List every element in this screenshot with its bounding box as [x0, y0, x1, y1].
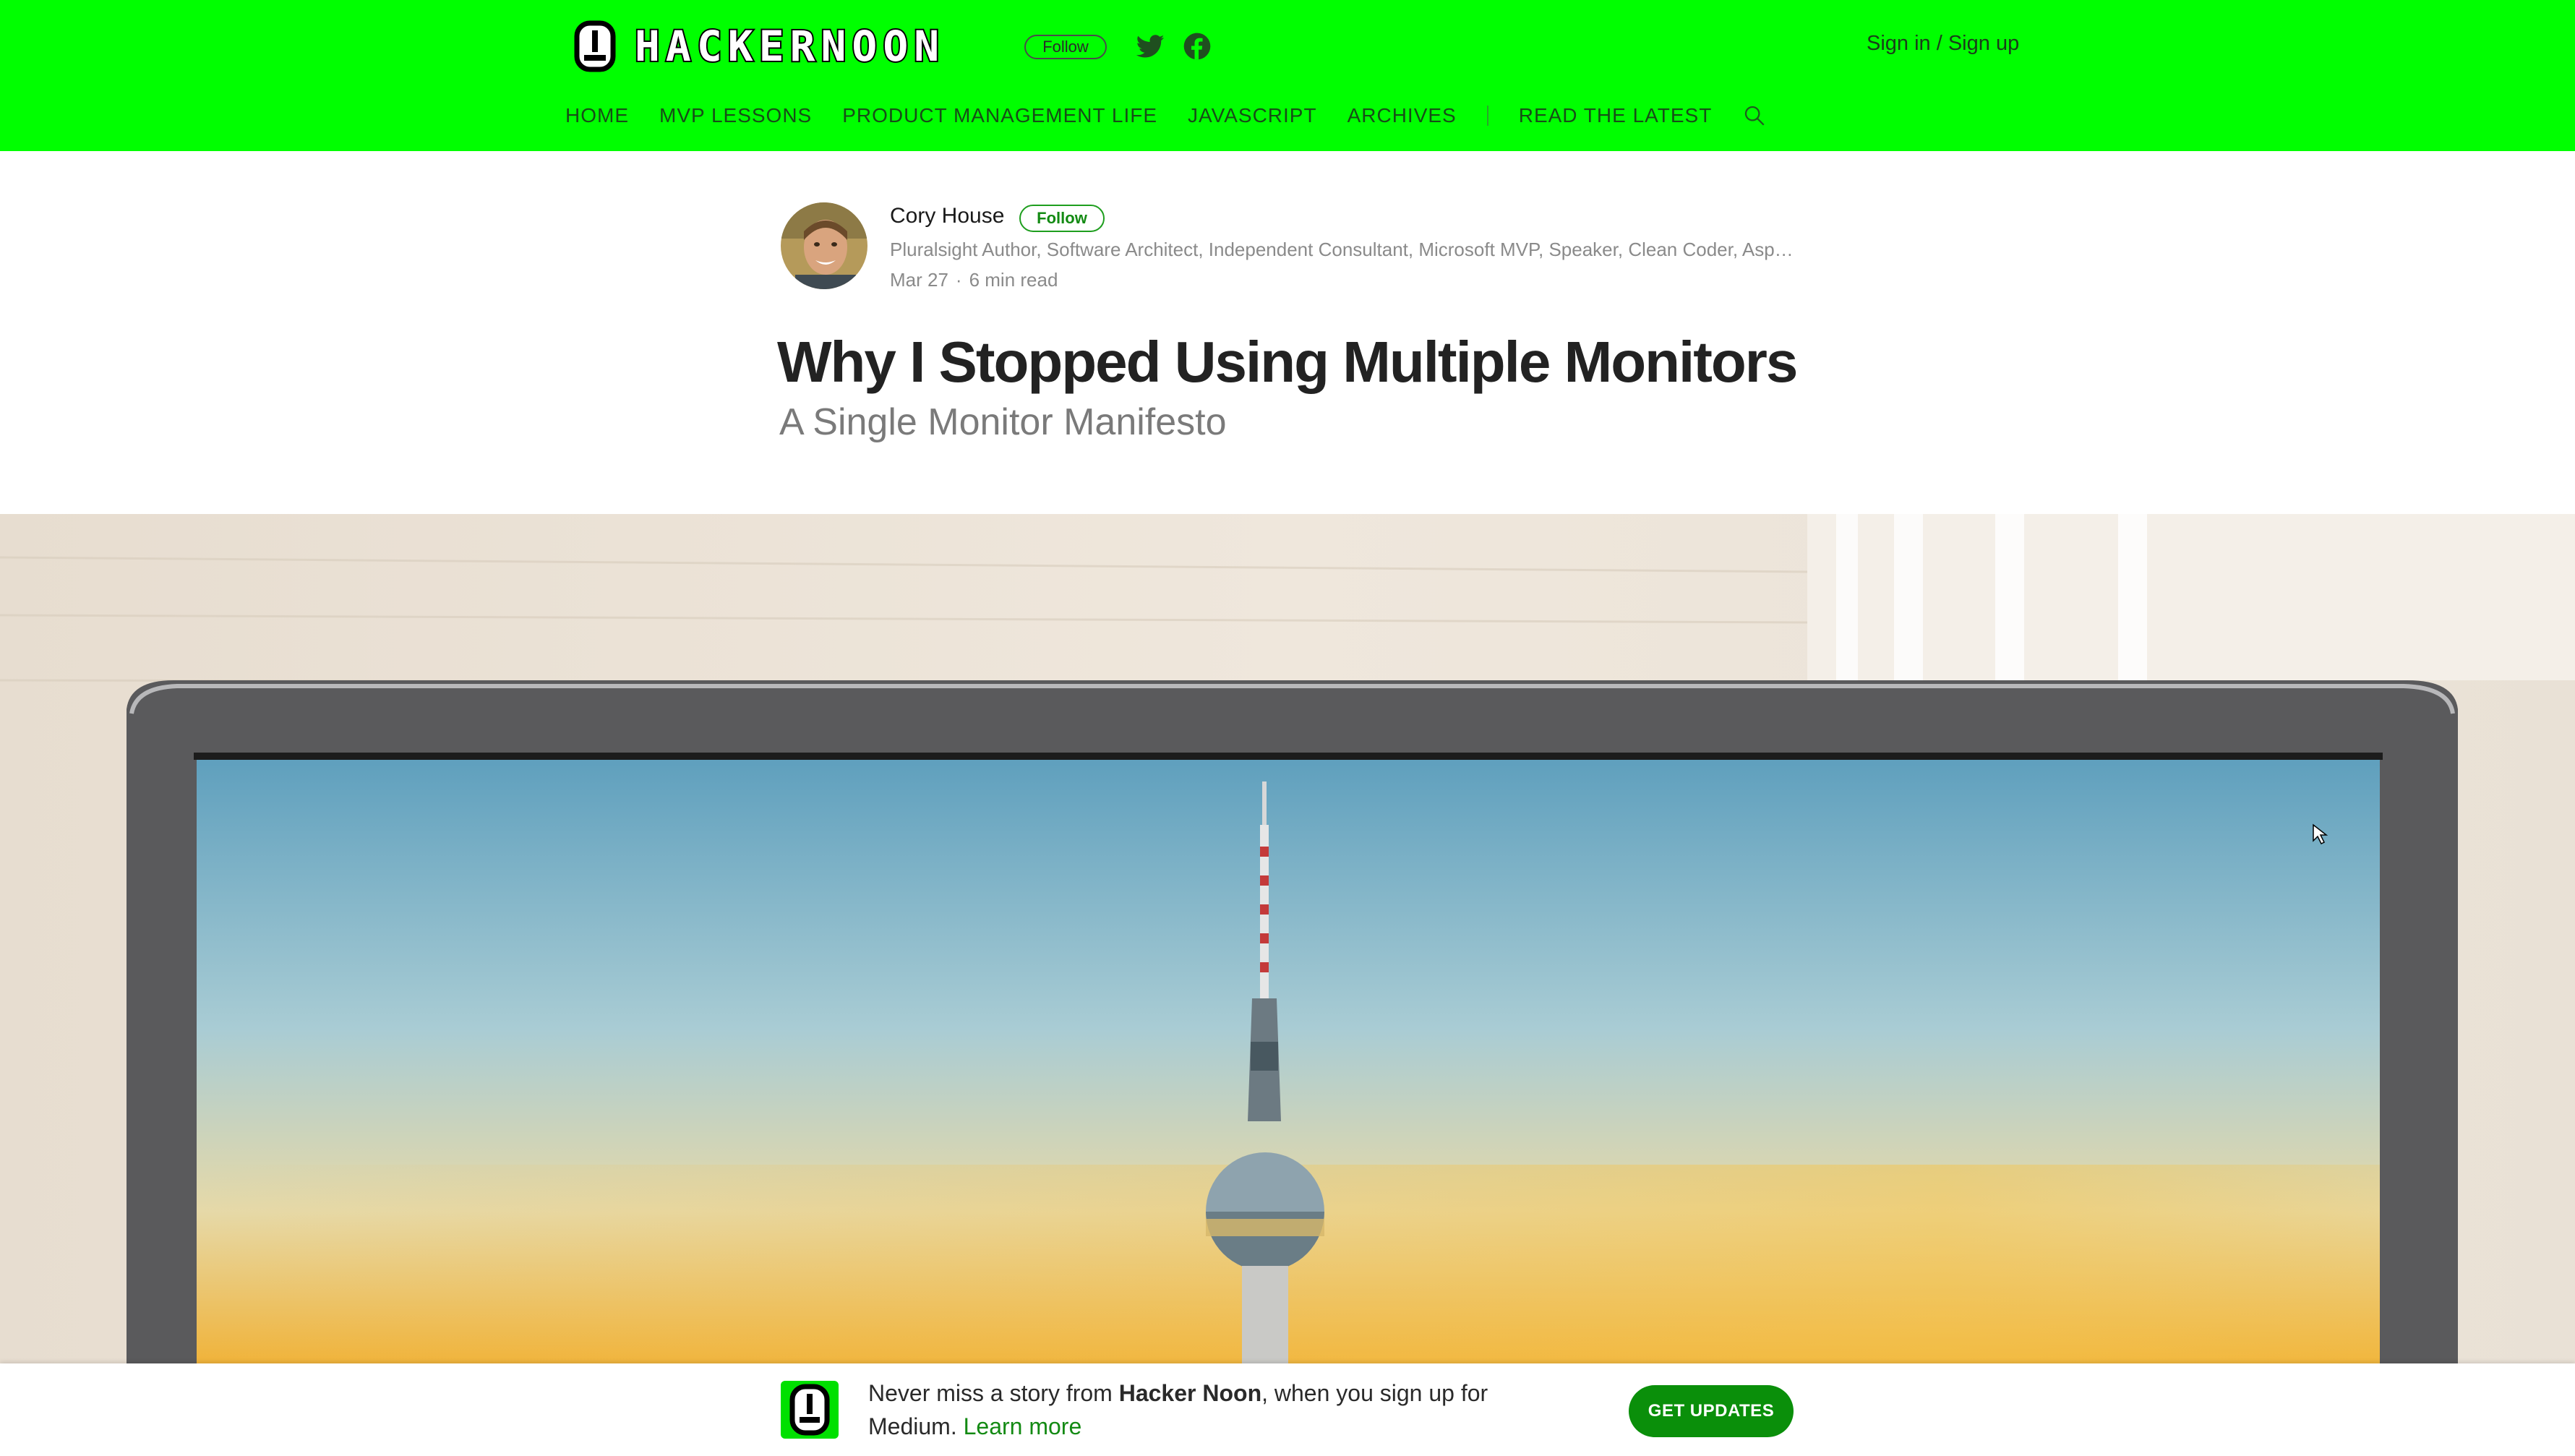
post-date[interactable]: Mar 27 — [890, 269, 948, 291]
site-header: HACKERNOON Follow Sign in / Sign up HOME… — [0, 0, 2575, 151]
twitter-icon[interactable] — [1135, 32, 1165, 62]
search-icon[interactable] — [1742, 103, 1767, 128]
author-bio: Pluralsight Author, Software Architect, … — [890, 239, 1794, 260]
message-prefix: Never miss a story from — [868, 1380, 1119, 1406]
author-name[interactable]: Cory House — [890, 204, 1004, 228]
article-subtitle: A Single Monitor Manifesto — [779, 401, 1227, 443]
signup-message: Never miss a story from Hacker Noon, whe… — [868, 1376, 1519, 1443]
nav-divider — [1486, 106, 1488, 126]
author-photo — [781, 202, 867, 289]
post-meta: Mar 27 · 6 min read — [890, 269, 1058, 291]
hackernoon-badge-icon — [781, 1381, 839, 1439]
nav-item-mvp-lessons[interactable]: MVP LESSONS — [659, 104, 812, 127]
main-nav: HOME MVP LESSONS PRODUCT MANAGEMENT LIFE… — [565, 101, 1767, 130]
hero-image — [0, 514, 2575, 1363]
hackernoon-logo-icon — [574, 20, 616, 72]
nav-item-archives[interactable]: ARCHIVES — [1348, 104, 1457, 127]
meta-separator: · — [955, 269, 962, 291]
nav-item-javascript[interactable]: JAVASCRIPT — [1188, 104, 1317, 127]
author-avatar[interactable] — [781, 202, 867, 289]
nav-item-product-management-life[interactable]: PRODUCT MANAGEMENT LIFE — [842, 104, 1157, 127]
sign-in-link[interactable]: Sign in / Sign up — [1867, 32, 2019, 56]
learn-more-link[interactable]: Learn more — [964, 1413, 1082, 1439]
author-follow-button[interactable]: Follow — [1019, 205, 1105, 232]
get-updates-button[interactable]: GET UPDATES — [1629, 1385, 1794, 1437]
signup-banner: Never miss a story from Hacker Noon, whe… — [0, 1363, 2575, 1456]
facebook-icon[interactable] — [1183, 32, 1212, 61]
nav-item-read-the-latest[interactable]: READ THE LATEST — [1519, 104, 1713, 127]
article-title: Why I Stopped Using Multiple Monitors — [777, 330, 1798, 394]
read-time: 6 min read — [969, 269, 1058, 291]
publication-follow-button[interactable]: Follow — [1024, 35, 1107, 59]
publication-name: Hacker Noon — [1118, 1380, 1262, 1406]
hackernoon-logo[interactable]: HACKERNOON — [571, 20, 945, 72]
logo-wordmark: HACKERNOON — [633, 20, 946, 72]
nav-item-home[interactable]: HOME — [565, 104, 629, 127]
